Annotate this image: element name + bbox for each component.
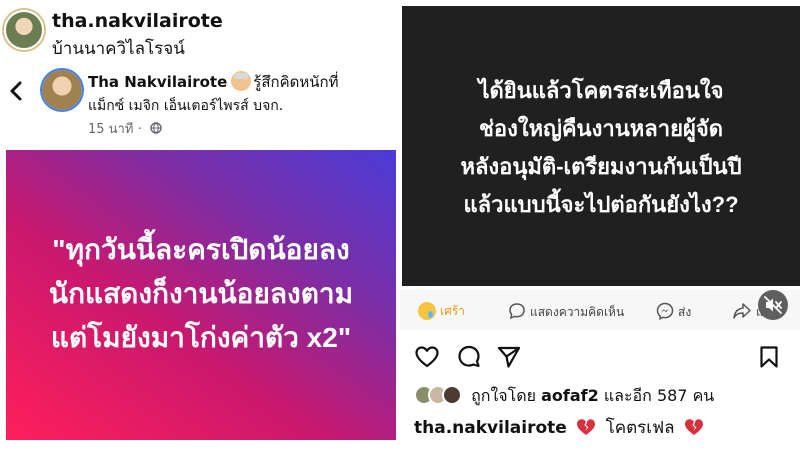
back-icon[interactable]: [8, 80, 24, 102]
likes-summary[interactable]: ถูกใจโดย aofaf2 และอีก 587 คน: [414, 384, 714, 408]
sad-reaction-icon: [418, 302, 436, 320]
comment-icon: [509, 303, 525, 320]
sad-reaction-label: เศร้า: [440, 304, 465, 318]
instagram-username[interactable]: tha.nakvilairote: [52, 10, 223, 32]
right-panel: ได้ยินแล้วโคตรสะเทือนใจ ช่องใหญ่คืนงานหล…: [400, 0, 800, 450]
post-quote-line: "ทุกวันนี้ละครเปิดน้อยลง: [52, 234, 350, 265]
post-quote-line: แต่โมยังมาโก่งค่าตัว x2": [50, 322, 352, 353]
author-avatar[interactable]: [42, 70, 82, 110]
post-quote: "ทุกวันนี้ละครเปิดน้อยลง นักแสดงก็งานน้อ…: [6, 228, 396, 360]
mute-icon: [764, 296, 782, 314]
facebook-post-header: Tha Nakvilairote รู้สึกคิดหนักที่ แม็กซ์ …: [0, 62, 400, 140]
likes-suffix: และอีก 587 คน: [603, 386, 715, 405]
reaction-bar: เศร้า แสดงความคิดเห็น ส่ง แชร์: [400, 290, 800, 330]
liker-avatar: [442, 385, 462, 405]
broken-heart-icon: [684, 419, 703, 435]
dark-card-text: ได้ยินแล้วโคตรสะเทือนใจ ช่องใหญ่คืนงานหล…: [402, 72, 800, 224]
paper-plane-icon[interactable]: [496, 344, 522, 370]
dark-card-line: ช่องใหญ่คืนงานหลายผู้จัด: [478, 116, 724, 141]
post-quote-line: นักแสดงก็งานน้อยลงตาม: [48, 278, 354, 309]
profile-avatar[interactable]: [4, 10, 44, 50]
post-time: 15 นาที ·: [88, 118, 162, 139]
author-line: Tha Nakvilairote รู้สึกคิดหนักที่: [88, 70, 338, 94]
likers-avatars: [414, 385, 464, 405]
likes-user[interactable]: aofaf2: [541, 386, 599, 405]
bookmark-icon[interactable]: [756, 344, 782, 370]
author-name[interactable]: Tha Nakvilairote: [88, 73, 227, 91]
feeling-text: รู้สึกคิดหนักที่: [253, 73, 339, 91]
sad-reaction-button[interactable]: เศร้า: [418, 302, 465, 321]
thinking-emoji-icon: [231, 71, 252, 91]
instagram-action-bar: [400, 340, 800, 374]
dark-text-card: ได้ยินแล้วโคตรสะเทือนใจ ช่องใหญ่คืนงานหล…: [402, 6, 800, 286]
post-time-text: 15 นาที ·: [88, 122, 142, 137]
messenger-icon: [656, 302, 674, 321]
dark-card-line: แล้วแบบนี้จะไปต่อกันยังไง??: [463, 192, 739, 217]
heart-icon[interactable]: [414, 344, 440, 370]
share-icon: [733, 303, 751, 319]
instagram-header: tha.nakvilairote บ้านนาควิไลโรจน์: [0, 0, 400, 60]
ig-comment-icon[interactable]: [456, 344, 482, 370]
caption-text: โคตรเฟล: [605, 418, 675, 438]
dark-card-line: หลังอนุมัติ-เตรียมงานกันเป็นปี: [460, 154, 742, 179]
mute-button[interactable]: [758, 290, 788, 320]
send-label: ส่ง: [678, 305, 692, 319]
tagged-page[interactable]: แม็กซ์ เมจิก เอ็นเตอร์ไพรส์ บจก.: [88, 95, 283, 117]
broken-heart-icon: [577, 419, 596, 435]
globe-icon: [150, 122, 162, 134]
send-button[interactable]: ส่ง: [656, 302, 691, 322]
instagram-location[interactable]: บ้านนาควิไลโรจน์: [52, 35, 185, 62]
post-gradient-card: "ทุกวันนี้ละครเปิดน้อยลง นักแสดงก็งานน้อ…: [6, 150, 396, 440]
post-caption: tha.nakvilairote โคตรเฟล: [414, 414, 708, 441]
comment-label: แสดงความคิดเห็น: [530, 305, 625, 319]
caption-username[interactable]: tha.nakvilairote: [414, 418, 567, 438]
left-panel: tha.nakvilairote บ้านนาควิไลโรจน์ Tha Na…: [0, 0, 400, 450]
dark-card-line: ได้ยินแล้วโคตรสะเทือนใจ: [478, 78, 724, 103]
likes-prefix: ถูกใจโดย: [471, 386, 537, 405]
comment-button[interactable]: แสดงความคิดเห็น: [508, 302, 624, 322]
